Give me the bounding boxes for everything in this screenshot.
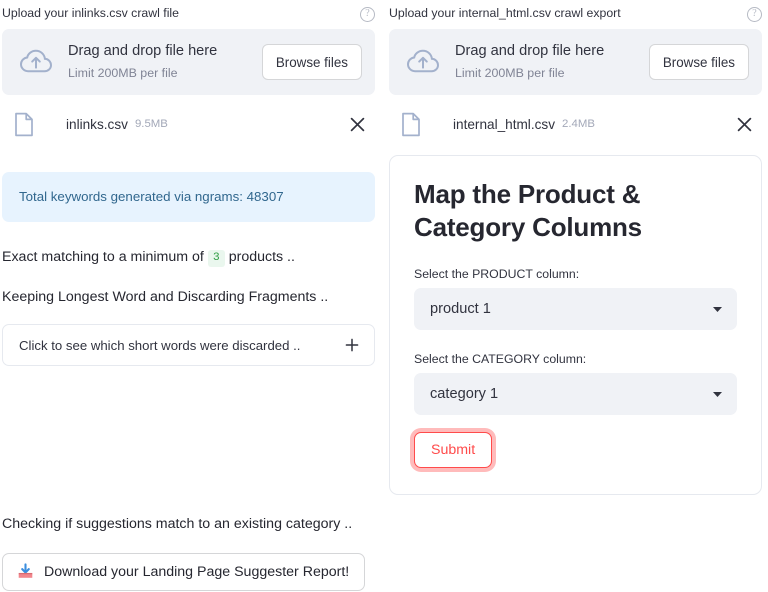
product-column-value: product 1 (430, 300, 491, 317)
category-select-label: Select the CATEGORY column: (414, 351, 587, 366)
right-dropzone-limit: Limit 200MB per file (455, 65, 565, 80)
product-select-label: Select the PRODUCT column: (414, 266, 580, 281)
category-column-select[interactable]: category 1 (414, 372, 737, 415)
cloud-upload-icon (16, 42, 56, 82)
left-column: Upload your inlinks.csv crawl file ? Dra… (2, 0, 375, 367)
file-document-icon (10, 110, 38, 138)
discarded-words-expander-label: Click to see which short words were disc… (19, 337, 301, 353)
submit-button[interactable]: Submit (414, 431, 493, 468)
left-file-name: inlinks.csv (66, 116, 128, 132)
right-file-remove-close-icon[interactable] (731, 111, 757, 137)
right-uploaded-file-row: internal_html.csv 2.4MB (389, 104, 762, 144)
right-dropzone-text: Drag and drop file here Limit 200MB per … (455, 42, 649, 81)
card-title: Map the Product & Category Columns (414, 179, 642, 243)
exact-matching-text-after: products .. (228, 248, 295, 265)
left-dropzone-limit: Limit 200MB per file (68, 65, 178, 80)
right-file-name: internal_html.csv (453, 116, 555, 132)
help-circle-icon[interactable]: ? (747, 6, 762, 22)
left-browse-files-button[interactable]: Browse files (261, 44, 362, 80)
category-column-value: category 1 (430, 385, 499, 402)
inbox-tray-emoji-icon (15, 562, 35, 582)
exact-matching-paragraph: Exact matching to a minimum of 3 product… (2, 246, 375, 269)
exact-matching-text-before: Exact matching to a minimum of (2, 248, 204, 265)
download-report-button[interactable]: Download your Landing Page Suggester Rep… (2, 552, 366, 591)
cloud-upload-icon (403, 42, 443, 82)
plus-icon[interactable] (344, 337, 360, 353)
minimum-products-badge: 3 (207, 249, 225, 268)
left-dropzone-title: Drag and drop file here (68, 43, 218, 60)
left-uploader-label-row: Upload your inlinks.csv crawl file ? (2, 0, 375, 22)
product-column-select[interactable]: product 1 (414, 287, 737, 330)
submit-button-wrapper: Submit (414, 431, 737, 468)
right-browse-files-button[interactable]: Browse files (648, 44, 749, 80)
right-column: Upload your internal_html.csv crawl expo… (389, 0, 762, 495)
checking-suggestions-status: Checking if suggestions match to an exis… (2, 516, 353, 532)
download-report-label: Download your Landing Page Suggester Rep… (44, 563, 350, 580)
left-uploaded-file-row: inlinks.csv 9.5MB (2, 104, 375, 144)
right-dropzone-title: Drag and drop file here (455, 43, 605, 60)
right-dropzone[interactable]: Drag and drop file here Limit 200MB per … (389, 29, 762, 95)
left-file-remove-close-icon[interactable] (344, 111, 370, 137)
column-mapping-card: Map the Product & Category Columns Selec… (389, 155, 762, 495)
left-file-size: 9.5MB (134, 118, 168, 130)
keeping-longest-word-paragraph: Keeping Longest Word and Discarding Frag… (2, 288, 329, 305)
right-uploader-label-row: Upload your internal_html.csv crawl expo… (389, 0, 762, 22)
help-circle-icon[interactable]: ? (360, 6, 375, 22)
left-dropzone[interactable]: Drag and drop file here Limit 200MB per … (2, 29, 375, 95)
discarded-words-expander[interactable]: Click to see which short words were disc… (2, 324, 375, 367)
keywords-info-box: Total keywords generated via ngrams: 483… (2, 172, 375, 222)
bottom-section: Checking if suggestions match to an exis… (2, 513, 422, 591)
left-dropzone-text: Drag and drop file here Limit 200MB per … (68, 42, 262, 81)
app-root: Upload your inlinks.csv crawl file ? Dra… (0, 0, 768, 592)
right-file-size: 2.4MB (562, 118, 595, 130)
chevron-down-icon[interactable] (711, 305, 723, 313)
file-document-icon (397, 110, 425, 138)
right-uploader-label: Upload your internal_html.csv crawl expo… (389, 6, 621, 21)
chevron-down-icon[interactable] (711, 390, 723, 398)
left-uploader-label: Upload your inlinks.csv crawl file (2, 6, 180, 21)
